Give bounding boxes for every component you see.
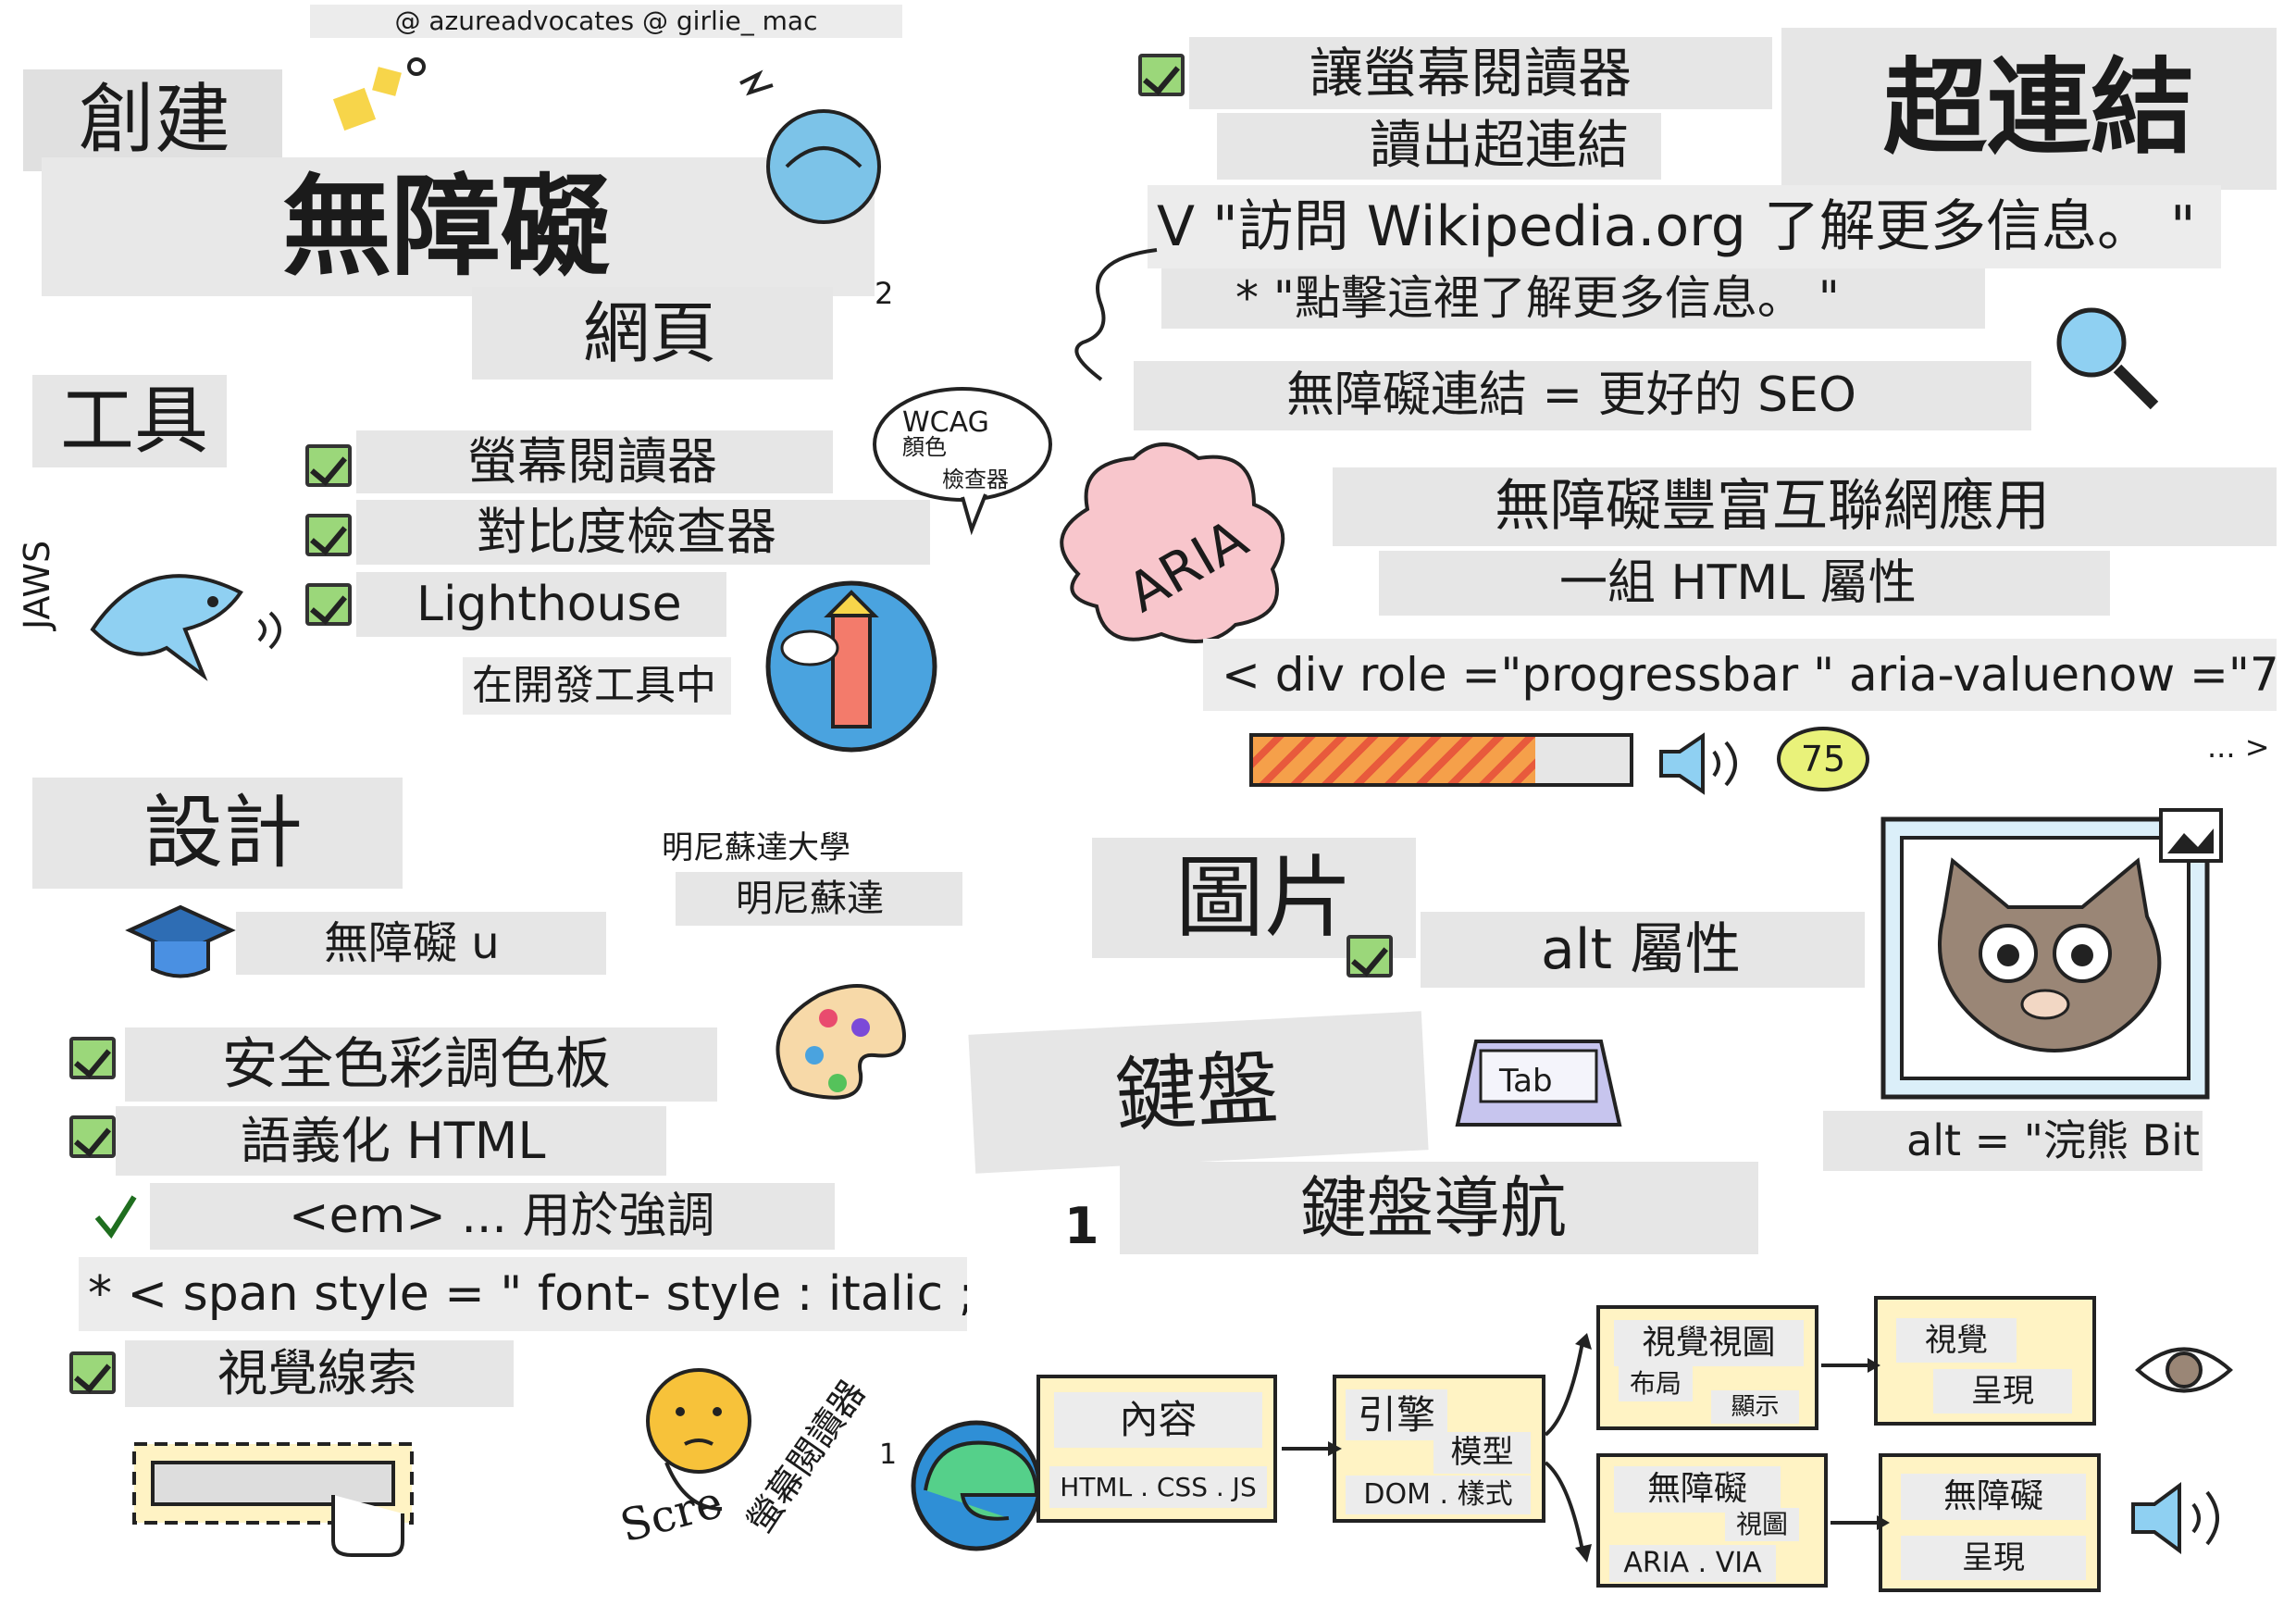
tool-item-screen-reader: 螢幕閱讀器 [356,430,833,493]
magnifier-icon [2056,307,2159,410]
aria-line1: 無障礙豐富互聯網應用 [1333,467,2277,546]
lighthouse-icon [765,580,937,753]
images-alt-example: alt = "浣熊 Bit" [1823,1111,2203,1171]
tab-key-label[interactable]: Tab [1499,1064,1553,1099]
hyperlinks-seo: 無障礙連結 = 更好的 SEO [1134,361,2031,430]
title-line1: 創建 [23,69,282,171]
a11y-speaker-icon [2131,1482,2219,1554]
checkmark-icon [94,1195,137,1239]
hyperlinks-bad-example: * "點擊這裡了解更多信息。 " [1161,268,1985,329]
tools-heading: 工具 [32,375,227,467]
flow-content-sub: HTML . CSS . JS [1049,1466,1267,1508]
screen-reader-number: 1 [879,1438,898,1471]
keyboard-nav-label: 鍵盤導航 [1120,1162,1758,1254]
design-item-semantic-html: 語義化 HTML [116,1106,666,1176]
wcag-checker-label: 檢查器 [942,467,1009,492]
bird-doodle-icon [739,69,881,224]
design-checkbox-3 [69,1351,116,1394]
aria-code-tail: ... > [2207,729,2270,765]
tool-checkbox-2 [305,514,352,556]
sparkle-icon [332,57,426,131]
tool-checkbox-1 [305,444,352,487]
design-item-span-style: * < span style = " font- style : italic … [79,1257,967,1331]
design-heading: 設計 [32,778,403,889]
flow-a11y-present-title: 無障礙 [1901,1474,2086,1520]
tool-item-lighthouse: Lighthouse [356,572,726,637]
hyperlinks-line1: 讓螢幕閱讀器 [1189,37,1772,109]
design-item-safe-palette: 安全色彩調色板 [125,1027,717,1102]
scre-scribble: Scre [614,1476,728,1553]
images-alt-attr: alt 屬性 [1421,912,1865,988]
design-checkbox-1 [69,1037,116,1079]
progress-bar [1249,733,1633,787]
keyboard-nav-number: 1 [1064,1197,1099,1255]
eye-icon [2135,1347,2233,1393]
jaws-label: JAWS [17,540,57,629]
graduation-cap-icon [125,904,236,978]
shark-icon [90,574,281,681]
progress-bar-fill [1253,737,1536,783]
credit-label: @ azureadvocates @ girlie_ mac [310,5,902,38]
flow-a11y-present-sub: 呈現 [1901,1536,2086,1580]
search-bar-hand-icon [132,1442,414,1557]
palette-icon [776,984,906,1100]
flow-content-box: 內容 HTML . CSS . JS [1036,1375,1277,1523]
flow-content-title: 內容 [1054,1392,1262,1448]
design-item-visual-cues: 視覺線索 [125,1340,514,1407]
keyboard-heading: 鍵盤 [968,1011,1429,1174]
tool-checkbox-3 [305,583,352,626]
wcag-color-label: 顏色 [902,434,947,460]
hyperlinks-heading: 超連結 [1781,28,2277,190]
title-line3: 網頁 [472,287,833,380]
raccoon-picture-icon [1880,808,2223,1100]
hyperlinks-checkbox [1138,54,1185,96]
accessibility-u: 無障礙 u [236,912,606,975]
university-line2: 明尼蘇達 [676,872,962,926]
university-line1: 明尼蘇達大學 [662,829,850,866]
aria-line2: 一組 HTML 屬性 [1379,551,2110,616]
hyperlinks-good-example: V "訪問 Wikipedia.org 了解更多信息。 " [1148,185,2221,268]
speaker-icon [1659,732,1737,795]
images-checkbox [1347,935,1393,978]
design-item-em: <em> ... 用於強調 [150,1183,835,1250]
design-checkbox-2 [69,1115,116,1158]
curly-arrow-icon [1074,248,1158,381]
tool-item-contrast-checker: 對比度檢查器 [356,500,930,565]
aria-code: < div role ="progressbar " aria-valuenow… [1203,639,2277,711]
flow-arrows [1282,1333,1890,1563]
flow-number: 2 [875,276,894,311]
hyperlinks-line2: 讀出超連結 [1217,113,1661,180]
devtools-note: 在開發工具中 [463,657,731,715]
progress-value-bubble: 75 [1777,727,1869,791]
flow-visual-present-sub: 呈現 [1933,1369,2072,1414]
edge-logo-icon [911,1420,1042,1551]
